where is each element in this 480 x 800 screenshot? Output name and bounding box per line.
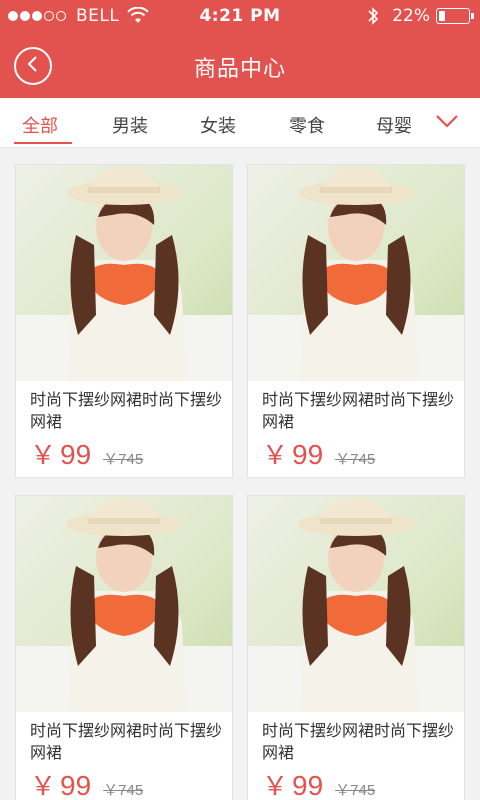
price-value: 99 (60, 770, 92, 800)
tab-snacks[interactable]: 零食 (289, 112, 325, 138)
bluetooth-icon (366, 6, 380, 26)
currency-symbol: ￥ (30, 771, 57, 800)
product-card[interactable]: 时尚下摆纱网裙时尚下摆纱网裙 ￥ 99 ￥745 (247, 495, 465, 800)
product-image (248, 165, 464, 381)
tab-mens[interactable]: 男装 (112, 112, 148, 138)
product-image (16, 165, 232, 381)
product-price: ￥ 99 (30, 435, 91, 472)
app-header: BELL 4:21 PM 22% 商品中心 (0, 0, 480, 98)
product-title: 时尚下摆纱网裙时尚下摆纱网裙 (262, 390, 455, 431)
status-bar: BELL 4:21 PM 22% (0, 0, 480, 34)
price-value: 99 (292, 439, 324, 470)
currency-symbol: ￥ (30, 440, 57, 470)
battery-level (439, 11, 446, 21)
product-price: ￥ 99 (262, 435, 323, 472)
product-title: 时尚下摆纱网裙时尚下摆纱网裙 (30, 721, 223, 762)
product-card[interactable]: 时尚下摆纱网裙时尚下摆纱网裙 ￥ 99 ￥745 (15, 495, 233, 800)
tab-baby[interactable]: 母婴 (376, 112, 412, 138)
product-title: 时尚下摆纱网裙时尚下摆纱网裙 (30, 390, 223, 431)
product-image (248, 496, 464, 712)
product-price: ￥ 99 (30, 766, 91, 800)
price-row: ￥ 99 ￥745 (30, 766, 143, 800)
battery-icon (436, 8, 474, 24)
page-title: 商品中心 (193, 57, 286, 82)
price-row: ￥ 99 ￥745 (262, 435, 375, 472)
price-row: ￥ 99 ￥745 (30, 435, 143, 472)
original-price: ￥745 (103, 451, 144, 468)
nav-bar: 商品中心 (0, 34, 480, 98)
tab-all[interactable]: 全部 (22, 112, 58, 138)
status-right: 22% (366, 6, 474, 26)
currency-symbol: ￥ (262, 440, 289, 470)
currency-symbol: ￥ (262, 771, 289, 800)
product-card[interactable]: 时尚下摆纱网裙时尚下摆纱网裙 ￥ 99 ￥745 (247, 164, 465, 478)
product-price: ￥ 99 (262, 766, 323, 800)
price-value: 99 (292, 770, 324, 800)
battery-percent: 22% (392, 6, 430, 26)
product-title: 时尚下摆纱网裙时尚下摆纱网裙 (262, 721, 455, 762)
product-grid: 时尚下摆纱网裙时尚下摆纱网裙 ￥ 99 ￥745 时尚下摆纱网裙时尚下摆纱网裙 … (0, 148, 480, 800)
original-price: ￥745 (335, 451, 376, 468)
active-tab-indicator (14, 142, 72, 144)
category-tabs: 全部 男装 女装 零食 母婴 (0, 98, 480, 148)
chevron-down-icon (435, 113, 459, 132)
price-value: 99 (60, 439, 92, 470)
tab-womens[interactable]: 女装 (200, 112, 236, 138)
product-image (16, 496, 232, 712)
expand-tabs-button[interactable] (434, 112, 460, 132)
original-price: ￥745 (103, 782, 144, 799)
product-card[interactable]: 时尚下摆纱网裙时尚下摆纱网裙 ￥ 99 ￥745 (15, 164, 233, 478)
price-row: ￥ 99 ￥745 (262, 766, 375, 800)
original-price: ￥745 (335, 782, 376, 799)
